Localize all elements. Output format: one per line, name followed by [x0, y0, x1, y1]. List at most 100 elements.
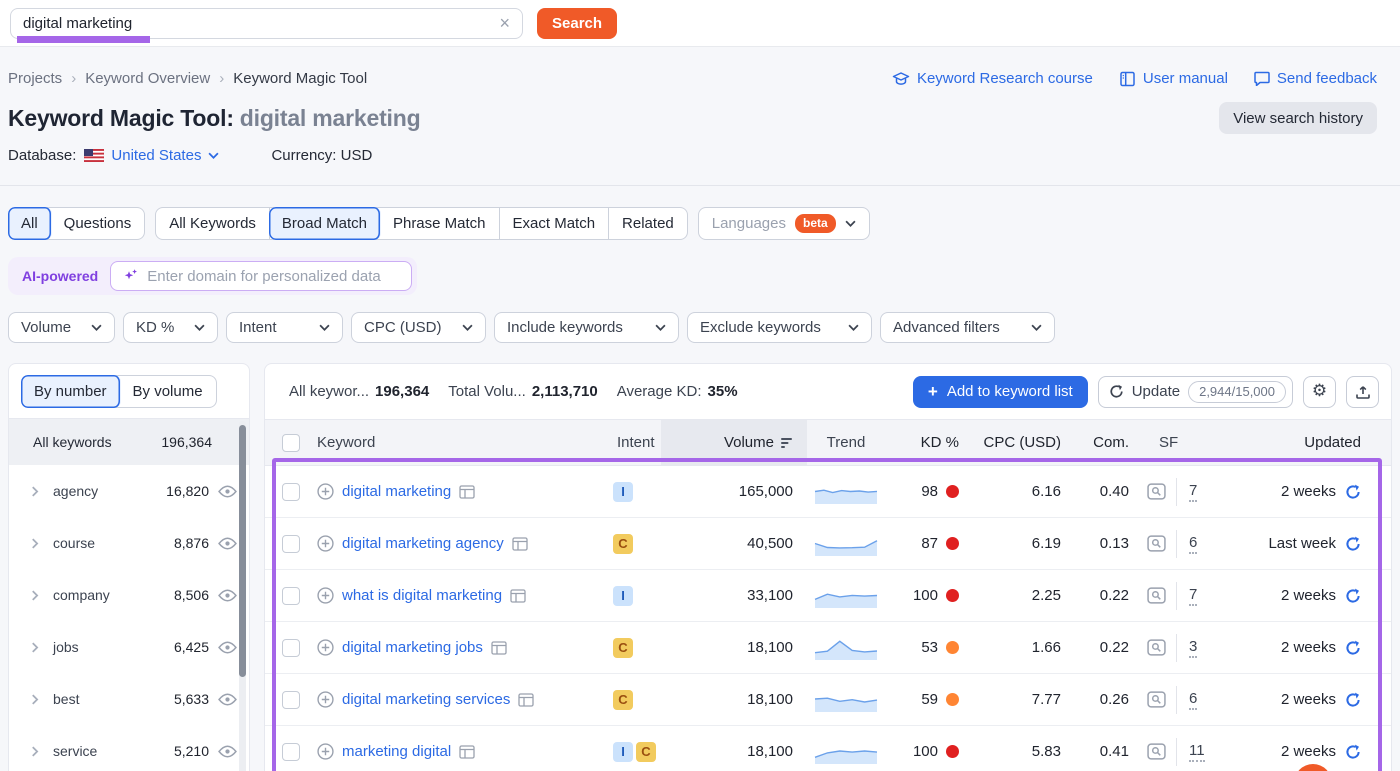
table-row[interactable]: digital marketing services C 18,100 59 7… [265, 674, 1391, 726]
match-tab-phrase-match[interactable]: Phrase Match [380, 208, 500, 239]
sidebar-all-keywords-row[interactable]: All keywords 196,364 [9, 419, 249, 465]
row-checkbox[interactable] [282, 639, 300, 657]
sidebar-toggle-by-volume[interactable]: By volume [120, 376, 216, 407]
chevron-right-icon[interactable] [31, 746, 47, 757]
chevron-right-icon[interactable] [31, 694, 47, 705]
sidebar-group-jobs[interactable]: jobs 6,425 [9, 621, 249, 673]
breadcrumb-item-keyword-magic-tool[interactable]: Keyword Magic Tool [233, 70, 367, 87]
sf-count[interactable]: 3 [1189, 638, 1197, 658]
col-intent[interactable]: Intent [601, 434, 661, 451]
user-manual-link[interactable]: User manual [1119, 70, 1228, 87]
filter-volume[interactable]: Volume [8, 312, 115, 343]
col-sf[interactable]: SF [1141, 434, 1241, 451]
col-com[interactable]: Com. [1073, 434, 1141, 451]
match-tab-questions[interactable]: Questions [51, 208, 145, 239]
keyword-link[interactable]: what is digital marketing [342, 587, 502, 604]
filter-intent[interactable]: Intent [226, 312, 343, 343]
keyword-link[interactable]: digital marketing services [342, 691, 510, 708]
serp-preview-icon[interactable] [1147, 483, 1166, 500]
serp-preview-icon[interactable] [1147, 535, 1166, 552]
sidebar-group-course[interactable]: course 8,876 [9, 517, 249, 569]
keyword-link[interactable]: digital marketing [342, 483, 451, 500]
chevron-right-icon[interactable] [31, 538, 47, 549]
add-keyword-icon[interactable] [317, 743, 334, 760]
eye-icon[interactable] [217, 693, 237, 706]
table-row[interactable]: marketing digital IC 18,100 100 5.83 0.4… [265, 726, 1391, 771]
add-keyword-icon[interactable] [317, 535, 334, 552]
keyword-research-course-link[interactable]: Keyword Research course [892, 70, 1093, 87]
table-row[interactable]: digital marketing I 165,000 98 6.16 0.40… [265, 466, 1391, 518]
row-checkbox[interactable] [282, 535, 300, 553]
sidebar-group-company[interactable]: company 8,506 [9, 569, 249, 621]
sf-count[interactable]: 7 [1189, 586, 1197, 606]
filter-cpc-usd[interactable]: CPC (USD) [351, 312, 486, 343]
col-cpc[interactable]: CPC (USD) [969, 434, 1073, 451]
refresh-icon[interactable] [1345, 588, 1361, 604]
export-button[interactable] [1346, 376, 1379, 408]
refresh-icon[interactable] [1345, 640, 1361, 656]
col-updated[interactable]: Updated [1241, 434, 1391, 451]
settings-button[interactable]: ⚙ [1303, 376, 1336, 408]
keyword-link[interactable]: digital marketing jobs [342, 639, 483, 656]
serp-window-icon[interactable] [512, 537, 528, 551]
select-all-checkbox[interactable] [282, 434, 300, 452]
sidebar-group-service[interactable]: service 5,210 [9, 725, 249, 771]
serp-preview-icon[interactable] [1147, 587, 1166, 604]
database-selector[interactable]: United States [111, 147, 219, 164]
refresh-icon[interactable] [1345, 536, 1361, 552]
refresh-icon[interactable] [1345, 484, 1361, 500]
chevron-right-icon[interactable] [31, 642, 47, 653]
serp-preview-icon[interactable] [1147, 691, 1166, 708]
keyword-link[interactable]: digital marketing agency [342, 535, 504, 552]
serp-window-icon[interactable] [510, 589, 526, 603]
filter-include-keywords[interactable]: Include keywords [494, 312, 679, 343]
eye-icon[interactable] [217, 589, 237, 602]
sf-count[interactable]: 6 [1189, 690, 1197, 710]
add-to-keyword-list-button[interactable]: +Add to keyword list [913, 376, 1088, 408]
row-checkbox[interactable] [282, 587, 300, 605]
languages-dropdown[interactable]: Languages beta [698, 207, 870, 240]
breadcrumb-item-projects[interactable]: Projects [8, 70, 62, 87]
eye-icon[interactable] [217, 485, 237, 498]
refresh-icon[interactable] [1345, 692, 1361, 708]
update-button[interactable]: Update 2,944/15,000 [1098, 376, 1293, 408]
col-trend[interactable]: Trend [807, 434, 885, 451]
search-button[interactable]: Search [537, 8, 617, 39]
breadcrumb-item-keyword-overview[interactable]: Keyword Overview [85, 70, 210, 87]
row-checkbox[interactable] [282, 483, 300, 501]
sidebar-group-agency[interactable]: agency 16,820 [9, 465, 249, 517]
match-tab-all-keywords[interactable]: All Keywords [156, 208, 270, 239]
add-keyword-icon[interactable] [317, 587, 334, 604]
sidebar-scrollbar-thumb[interactable] [239, 425, 246, 677]
eye-icon[interactable] [217, 537, 237, 550]
eye-icon[interactable] [217, 641, 237, 654]
serp-window-icon[interactable] [518, 693, 534, 707]
match-tab-related[interactable]: Related [609, 208, 687, 239]
domain-input[interactable] [147, 268, 399, 285]
sf-count[interactable]: 7 [1189, 482, 1197, 502]
filter-advanced-filters[interactable]: Advanced filters [880, 312, 1055, 343]
table-row[interactable]: digital marketing agency C 40,500 87 6.1… [265, 518, 1391, 570]
match-tab-exact-match[interactable]: Exact Match [500, 208, 610, 239]
serp-window-icon[interactable] [459, 745, 475, 759]
view-search-history-button[interactable]: View search history [1219, 102, 1377, 134]
refresh-icon[interactable] [1345, 744, 1361, 760]
filter-kd[interactable]: KD % [123, 312, 218, 343]
row-checkbox[interactable] [282, 691, 300, 709]
keyword-link[interactable]: marketing digital [342, 743, 451, 760]
match-tab-broad-match[interactable]: Broad Match [269, 207, 381, 240]
serp-preview-icon[interactable] [1147, 743, 1166, 760]
send-feedback-link[interactable]: Send feedback [1254, 70, 1377, 87]
col-keyword[interactable]: Keyword [317, 434, 601, 451]
chevron-right-icon[interactable] [31, 590, 47, 601]
add-keyword-icon[interactable] [317, 483, 334, 500]
sf-count[interactable]: 11 [1189, 742, 1205, 762]
clear-search-icon[interactable]: × [497, 14, 512, 32]
table-row[interactable]: what is digital marketing I 33,100 100 2… [265, 570, 1391, 622]
filter-exclude-keywords[interactable]: Exclude keywords [687, 312, 872, 343]
match-tab-all[interactable]: All [8, 207, 52, 240]
sidebar-group-best[interactable]: best 5,633 [9, 673, 249, 725]
sf-count[interactable]: 6 [1189, 534, 1197, 554]
add-keyword-icon[interactable] [317, 639, 334, 656]
add-keyword-icon[interactable] [317, 691, 334, 708]
